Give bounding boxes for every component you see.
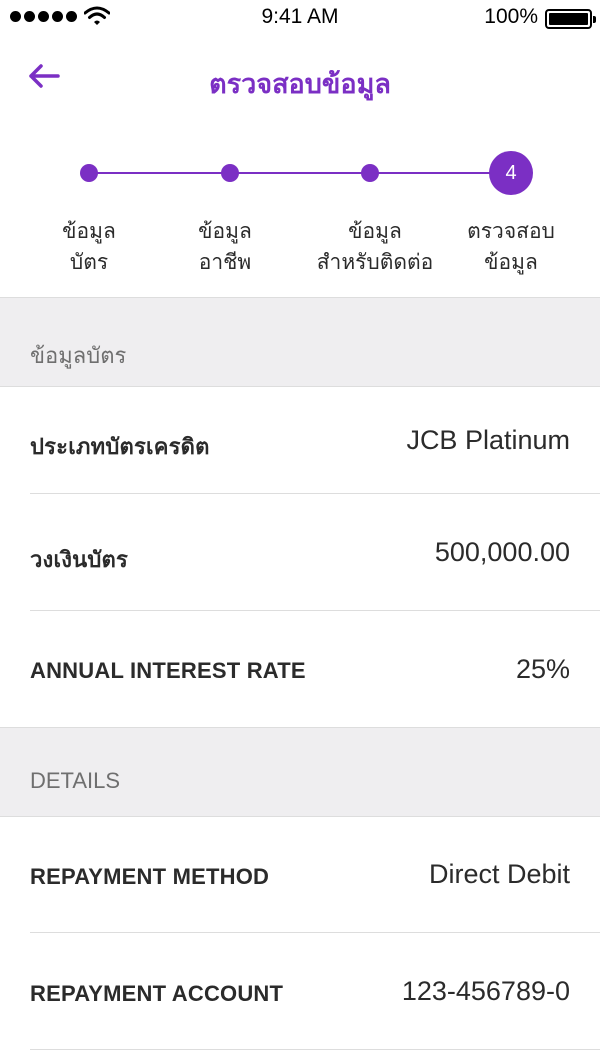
row-repayment-account: REPAYMENT ACCOUNT 123-456789-0 — [0, 933, 600, 1050]
credit-limit-value: 500,000.00 — [434, 537, 570, 567]
progress-stepper: 4 ข้อมูล บัตร ข้อมูล อาชีพ ข้อมูล สำหรับ… — [0, 150, 600, 300]
battery-percent: 100% — [484, 5, 538, 28]
step-2-label: ข้อมูล อาชีพ — [150, 216, 300, 278]
step-1-label-line2: บัตร — [69, 251, 109, 274]
repayment-method-label: REPAYMENT METHOD — [30, 864, 270, 889]
row-repayment-method: REPAYMENT METHOD Direct Debit — [0, 817, 600, 933]
step-4-current: 4 — [489, 151, 533, 195]
repayment-account-value: 123-456789-0 — [401, 976, 570, 1006]
step-1-label: ข้อมูล บัตร — [14, 216, 164, 278]
step-3-label: ข้อมูล สำหรับติดต่อ — [300, 216, 450, 278]
status-bar: 9:41 AM 100% — [0, 0, 600, 34]
step-3-label-line1: ข้อมูล — [348, 220, 402, 243]
step-2-label-line2: อาชีพ — [198, 251, 252, 274]
card-type-label: ประเภทบัตรเครดิต — [30, 434, 210, 459]
row-divider — [30, 1049, 600, 1050]
step-2-label-line1: ข้อมูล — [198, 220, 252, 243]
step-4-label: ตรวจสอบ ข้อมูล — [436, 216, 586, 278]
section-header-card: ข้อมูลบัตร — [0, 297, 600, 387]
repayment-method-value: Direct Debit — [428, 859, 570, 889]
row-interest-rate: ANNUAL INTEREST RATE 25% — [0, 611, 600, 727]
step-3-label-line2: สำหรับติดต่อ — [316, 251, 434, 274]
interest-rate-label: ANNUAL INTEREST RATE — [30, 658, 306, 683]
step-1-dot — [80, 164, 98, 182]
page-title: ตรวจสอบข้อมูล — [209, 69, 391, 99]
repayment-account-label: REPAYMENT ACCOUNT — [30, 981, 284, 1006]
step-2-dot — [221, 164, 239, 182]
card-type-value: JCB Platinum — [406, 425, 570, 455]
interest-rate-value: 25% — [515, 654, 570, 684]
stepper-line — [90, 172, 510, 174]
section-header-details: DETAILS — [0, 727, 600, 817]
nav-header: ตรวจสอบข้อมูล — [0, 44, 600, 114]
battery-full-icon — [545, 9, 596, 29]
section-title-card: ข้อมูลบัตร — [30, 343, 127, 368]
step-4-label-line2: ข้อมูล — [484, 251, 538, 274]
row-card-type: ประเภทบัตรเครดิต JCB Platinum — [0, 387, 600, 494]
step-4-label-line1: ตรวจสอบ — [467, 220, 555, 243]
step-3-dot — [361, 164, 379, 182]
credit-limit-label: วงเงินบัตร — [30, 547, 129, 572]
section-title-details: DETAILS — [30, 768, 121, 793]
step-1-label-line1: ข้อมูล — [62, 220, 116, 243]
row-credit-limit: วงเงินบัตร 500,000.00 — [0, 494, 600, 611]
